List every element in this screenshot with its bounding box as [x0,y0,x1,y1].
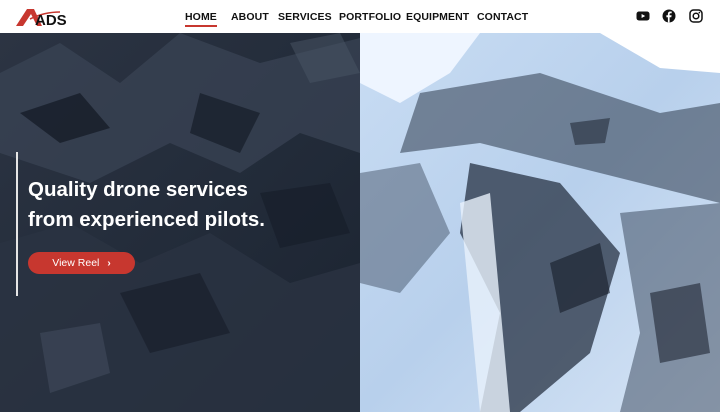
headline-line-2: from experienced pilots. [28,208,265,231]
youtube-icon[interactable] [636,9,650,23]
chevron-right-icon: › [107,257,111,269]
hero-headline: Quality drone services from experienced … [28,175,348,235]
nav-services[interactable]: SERVICES [278,11,332,23]
view-reel-button[interactable]: View Reel › [28,252,135,274]
view-reel-label: View Reel [52,257,100,269]
hero-background-image-snow [360,33,720,412]
nav-about[interactable]: ABOUT [231,11,269,23]
hero-section: Quality drone services from experienced … [0,33,720,412]
site-header: ADS HOME ABOUT SERVICES PORTFOLIO EQUIPM… [0,0,720,33]
instagram-icon[interactable] [689,9,703,23]
nav-contact[interactable]: CONTACT [477,11,528,23]
nav-equipment[interactable]: EQUIPMENT [406,11,469,23]
hero-accent-line [16,152,18,296]
facebook-icon[interactable] [662,9,676,23]
nav-portfolio[interactable]: PORTFOLIO [339,11,401,23]
main-nav: HOME ABOUT SERVICES PORTFOLIO EQUIPMENT … [0,0,720,33]
nav-home[interactable]: HOME [185,11,217,27]
headline-line-1: Quality drone services [28,178,248,201]
